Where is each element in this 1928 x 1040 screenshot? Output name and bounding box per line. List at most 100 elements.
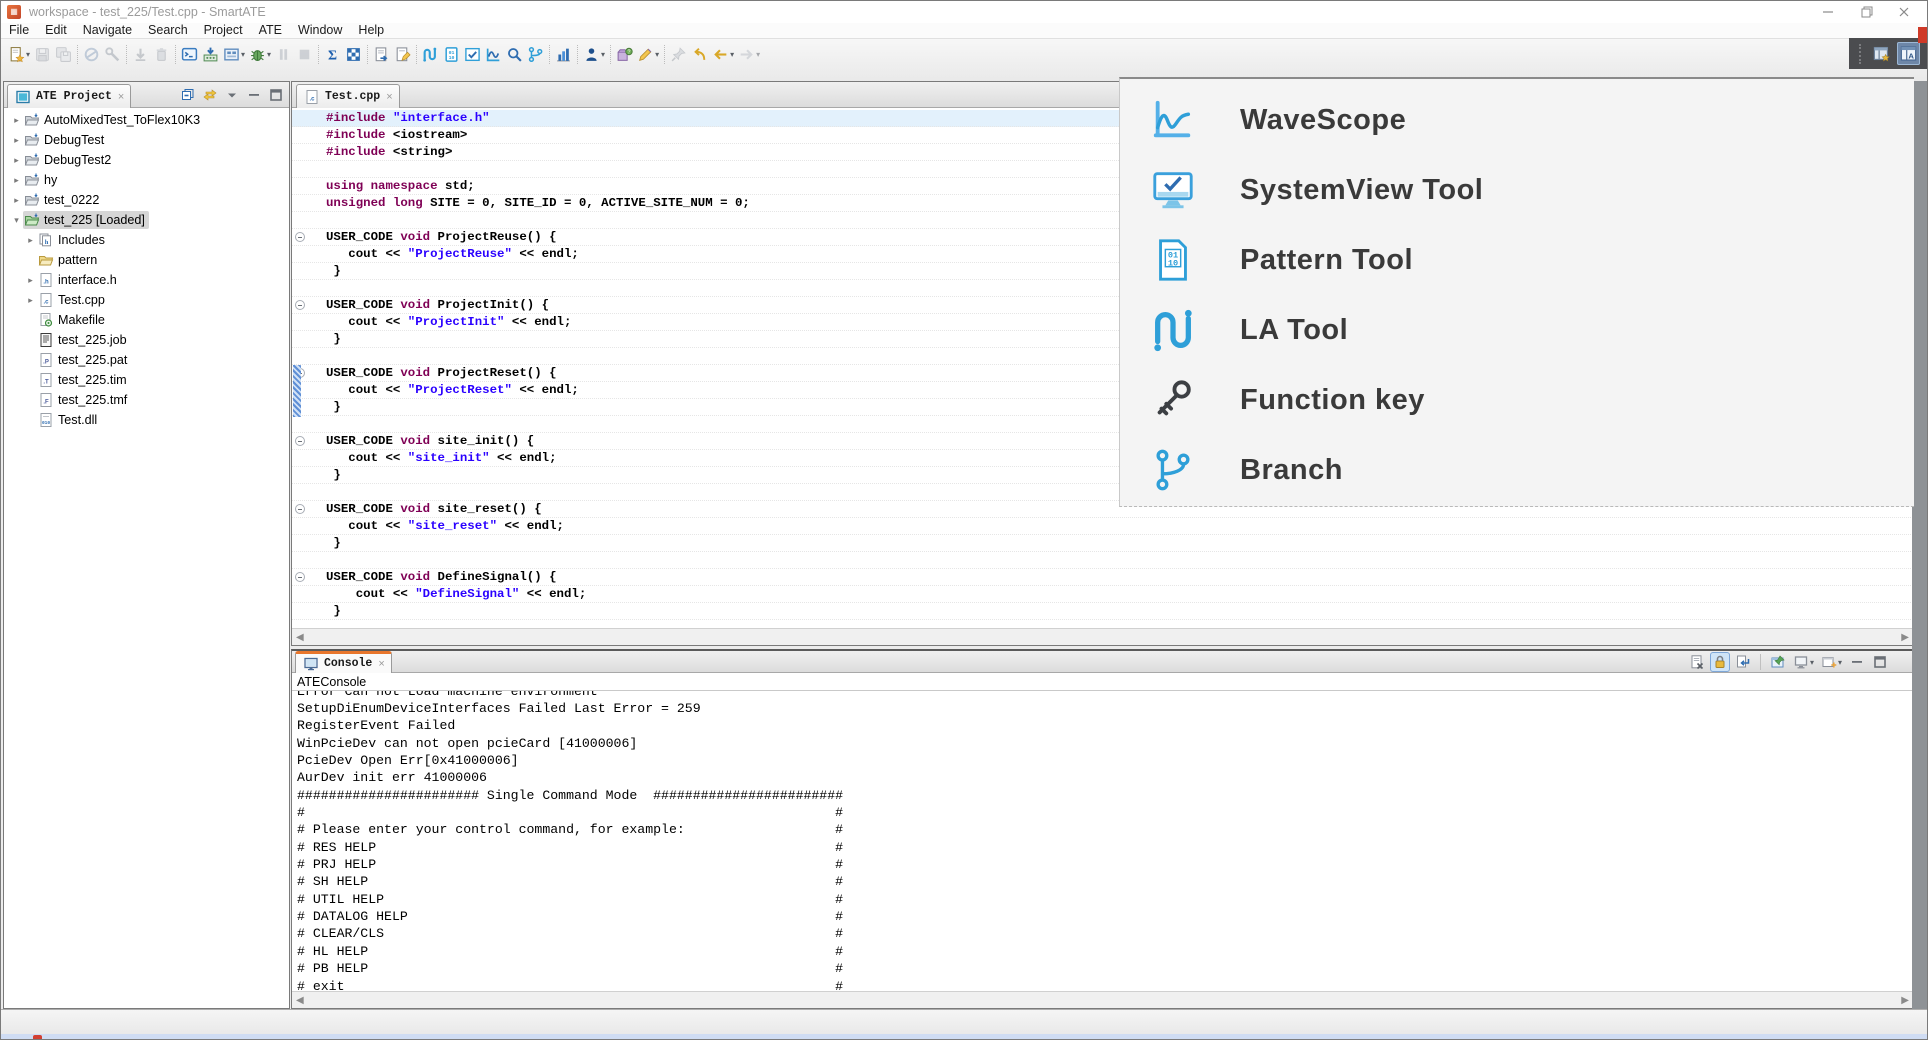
- tree-expander-icon[interactable]: ▸: [10, 195, 23, 206]
- toolbar-edit-report-button[interactable]: [392, 45, 413, 64]
- tree-item-debugtest2[interactable]: ▸DebugTest2: [4, 150, 289, 170]
- toolbar-pattern-tool-button[interactable]: 0110: [441, 45, 462, 64]
- toolbar-save-button[interactable]: [32, 45, 53, 64]
- toolbar-la-tool-button[interactable]: [420, 45, 441, 64]
- flyout-item-systemview-tool[interactable]: SystemView Tool: [1120, 155, 1914, 225]
- collapse-all-button[interactable]: [179, 86, 197, 104]
- tree-item-test-225-tim[interactable]: .Ttest_225.tim: [4, 370, 289, 390]
- tree-expander-icon[interactable]: ▸: [24, 235, 37, 246]
- scroll-right-icon[interactable]: ▶: [1901, 995, 1909, 1006]
- toolbar-export-report-button[interactable]: [371, 45, 392, 64]
- chevron-down-icon[interactable]: ▾: [1838, 658, 1842, 667]
- view-menu-button[interactable]: [223, 86, 241, 104]
- menu-help[interactable]: Help: [350, 23, 392, 38]
- maximize-view-button[interactable]: [267, 86, 285, 104]
- flyout-item-pattern-tool[interactable]: 0110Pattern Tool: [1120, 225, 1914, 295]
- drag-handle[interactable]: [1859, 44, 1864, 64]
- toolbar-summation-button[interactable]: Σ: [322, 45, 343, 64]
- clear-console-button[interactable]: [1688, 653, 1706, 671]
- menu-search[interactable]: Search: [140, 23, 196, 38]
- fold-marker-icon[interactable]: [295, 300, 305, 310]
- tree-item-test-dll[interactable]: 010Test.dll: [4, 410, 289, 430]
- toolbar-download-button[interactable]: [130, 45, 151, 64]
- toolbar-board-config-button[interactable]: ▾: [221, 45, 247, 64]
- link-with-editor-button[interactable]: [201, 86, 219, 104]
- toolbar-annotate-button[interactable]: ▾: [635, 45, 661, 64]
- chevron-down-icon[interactable]: ▾: [756, 50, 760, 59]
- toolbar-save-all-button[interactable]: [53, 45, 74, 64]
- tree-item-automixedtest-toflex10k3[interactable]: ▸AutoMixedTest_ToFlex10K3: [4, 110, 289, 130]
- chevron-down-icon[interactable]: ▾: [601, 50, 605, 59]
- toolbar-last-edit-location-button[interactable]: [689, 45, 710, 64]
- tree-item-test-225-loaded[interactable]: ▾test_225 [Loaded]: [4, 210, 289, 230]
- tree-item-test-225-pat[interactable]: .Ptest_225.pat: [4, 350, 289, 370]
- fold-marker-icon[interactable]: [295, 436, 305, 446]
- scroll-right-icon[interactable]: ▶: [1901, 632, 1909, 643]
- menu-navigate[interactable]: Navigate: [75, 23, 140, 38]
- toolbar-systemview-tool-button[interactable]: [462, 45, 483, 64]
- ate-perspective-button[interactable]: A: [1897, 42, 1920, 65]
- toolbar-suspend-button[interactable]: [273, 45, 294, 64]
- toolbar-command-terminal-button[interactable]: [179, 45, 200, 64]
- menu-window[interactable]: Window: [290, 23, 350, 38]
- tree-expander-icon[interactable]: ▸: [10, 135, 23, 146]
- toolbar-terminate-button[interactable]: [294, 45, 315, 64]
- toolbar-wavescope-button[interactable]: [483, 45, 504, 64]
- toolbar-search-button[interactable]: [504, 45, 525, 64]
- tree-expander-icon[interactable]: ▸: [10, 155, 23, 166]
- chevron-down-icon[interactable]: ▾: [241, 50, 245, 59]
- minimize-button[interactable]: [1809, 1, 1847, 23]
- tree-expander-icon[interactable]: ▸: [10, 115, 23, 126]
- menu-project[interactable]: Project: [196, 23, 251, 38]
- toolbar-new-wizard-button[interactable]: ▾: [6, 45, 32, 64]
- tab-ate-project[interactable]: ATE Project ×: [7, 84, 131, 108]
- menu-file[interactable]: File: [1, 23, 37, 38]
- tree-item-interface-h[interactable]: ▸.hinterface.h: [4, 270, 289, 290]
- close-icon[interactable]: ×: [386, 91, 392, 103]
- toolbar-pattern-check-button[interactable]: [343, 45, 364, 64]
- minimize-view-button[interactable]: [245, 86, 263, 104]
- tree-expander-icon[interactable]: ▸: [10, 175, 23, 186]
- flyout-item-branch[interactable]: Branch: [1120, 435, 1914, 505]
- chevron-down-icon[interactable]: ▾: [730, 50, 734, 59]
- close-icon[interactable]: ×: [118, 91, 124, 103]
- toolbar-datalog-button[interactable]: [553, 45, 574, 64]
- tree-expander-icon[interactable]: ▸: [24, 295, 37, 306]
- menu-ate[interactable]: ATE: [251, 23, 290, 38]
- toolbar-branch-button[interactable]: [525, 45, 546, 64]
- toolbar-skip-all-breakpoints-button[interactable]: [81, 45, 102, 64]
- tree-item-includes[interactable]: ▸hIncludes: [4, 230, 289, 250]
- display-selected-console-button[interactable]: ▾: [1792, 653, 1815, 671]
- tree-expander-icon[interactable]: ▸: [24, 275, 37, 286]
- toolbar-pin-editor-button[interactable]: [668, 45, 689, 64]
- toolbar-back-button[interactable]: ▾: [710, 45, 736, 64]
- fold-marker-icon[interactable]: [295, 232, 305, 242]
- chevron-down-icon[interactable]: ▾: [655, 50, 659, 59]
- flyout-item-function-key[interactable]: Function key: [1120, 365, 1914, 435]
- menu-edit[interactable]: Edit: [37, 23, 75, 38]
- word-wrap-button[interactable]: [1734, 653, 1752, 671]
- fold-marker-icon[interactable]: [295, 504, 305, 514]
- tree-item-pattern[interactable]: pattern: [4, 250, 289, 270]
- flyout-item-wavescope[interactable]: WaveScope: [1120, 85, 1914, 155]
- scroll-lock-button[interactable]: [1711, 653, 1729, 671]
- tree-item-test-225-job[interactable]: test_225.job: [4, 330, 289, 350]
- console-output[interactable]: Error Can not Load machine environmentSe…: [292, 691, 1913, 990]
- flyout-item-la-tool[interactable]: LA Tool: [1120, 295, 1914, 365]
- close-icon[interactable]: ×: [378, 658, 384, 670]
- fold-marker-icon[interactable]: [295, 572, 305, 582]
- tree-item-makefile[interactable]: Makefile: [4, 310, 289, 330]
- pin-console-button[interactable]: [1769, 653, 1787, 671]
- tree-expander-icon[interactable]: ▾: [10, 215, 23, 226]
- scroll-left-icon[interactable]: ◀: [296, 632, 304, 643]
- tree-item-test-0222[interactable]: ▸test_0222: [4, 190, 289, 210]
- maximize-view-button[interactable]: [1871, 653, 1889, 671]
- restore-button[interactable]: [1847, 1, 1885, 23]
- editor-hscrollbar[interactable]: ◀ ▶: [292, 628, 1913, 645]
- toolbar-build-button[interactable]: [102, 45, 123, 64]
- console-hscrollbar[interactable]: ◀ ▶: [292, 991, 1913, 1008]
- tree-item-test-225-tmf[interactable]: .Ftest_225.tmf: [4, 390, 289, 410]
- chevron-down-icon[interactable]: ▾: [1810, 658, 1814, 667]
- chevron-down-icon[interactable]: ▾: [267, 50, 271, 59]
- toolbar-package-tool-button[interactable]: ?: [614, 45, 635, 64]
